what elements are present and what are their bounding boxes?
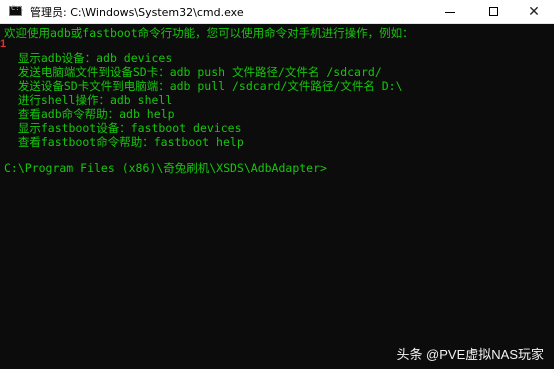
console-line: 显示adb设备：adb devices bbox=[4, 51, 173, 65]
window-title: 管理员: C:\Windows\System32\cmd.exe bbox=[30, 6, 244, 19]
cmd-icon: C:\ bbox=[9, 4, 24, 16]
close-icon: ✕ bbox=[528, 4, 540, 20]
maximize-icon bbox=[489, 7, 498, 16]
console-prompt: C:\Program Files (x86)\奇兔刷机\XSDS\AdbAdap… bbox=[4, 161, 327, 175]
console-line: 显示fastboot设备：fastboot devices bbox=[4, 121, 242, 135]
console-line: 发送设备SD卡文件到电脑端：adb pull /sdcard/文件路径/文件名 … bbox=[4, 79, 403, 93]
console-line: 欢迎使用adb或fastboot命令行功能，您可以使用命令对手机进行操作，例如： bbox=[4, 26, 414, 40]
console-line: 查看fastboot命令帮助：fastboot help bbox=[4, 135, 244, 149]
maximize-button[interactable] bbox=[474, 0, 514, 24]
red-marker-label: 1 bbox=[0, 38, 7, 50]
title-bar[interactable]: C:\ 管理员: C:\Windows\System32\cmd.exe ✕ bbox=[0, 0, 554, 24]
console-line: 发送电脑端文件到设备SD卡：adb push 文件路径/文件名 /sdcard/ bbox=[4, 65, 382, 79]
minimize-button[interactable] bbox=[430, 0, 470, 24]
watermark-text: 头条 @PVE虚拟NAS玩家 bbox=[396, 346, 544, 362]
console-output[interactable]: 欢迎使用adb或fastboot命令行功能，您可以使用命令对手机进行操作，例如：… bbox=[0, 24, 554, 369]
console-line: 进行shell操作：adb shell bbox=[4, 93, 173, 107]
cmd-window: C:\ 管理员: C:\Windows\System32\cmd.exe ✕ 欢… bbox=[0, 0, 554, 369]
close-button[interactable]: ✕ bbox=[514, 0, 554, 24]
minimize-icon bbox=[445, 12, 455, 13]
console-line: 查看adb命令帮助：adb help bbox=[4, 107, 175, 121]
